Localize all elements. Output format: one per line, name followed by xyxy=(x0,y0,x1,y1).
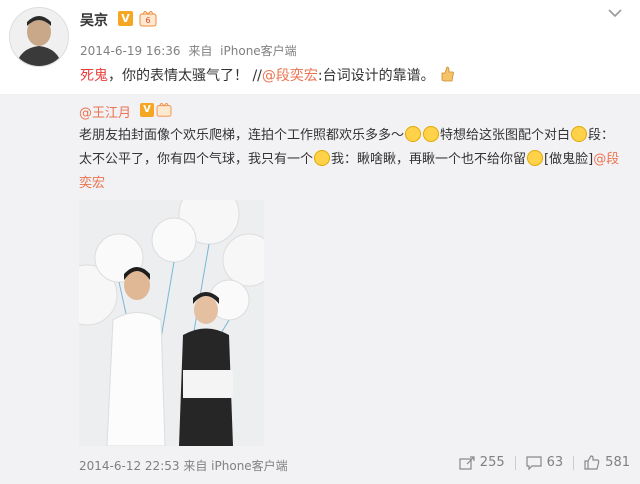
source-prefix: 来自 xyxy=(183,459,208,473)
comment-icon xyxy=(526,455,542,470)
original-timestamp[interactable]: 2014-6-12 22:53 xyxy=(79,459,180,473)
original-source[interactable]: iPhone客户端 xyxy=(211,459,288,473)
comment-count: 63 xyxy=(546,455,564,470)
svg-text:6: 6 xyxy=(145,16,150,25)
thumbs-up-icon xyxy=(439,65,455,87)
orig-text-part: 太不公平了，你有四个气球，我只有一个 xyxy=(79,152,314,167)
avatar[interactable] xyxy=(9,7,69,67)
original-text: 老朋友拍封面像个欢乐爬梯，连拍个工作照都欢乐多多～ 特想给这张图配个对白 段： 太不… xyxy=(79,124,631,196)
verified-v-icon: V xyxy=(118,11,133,26)
like-count: 581 xyxy=(605,455,630,470)
divider xyxy=(573,455,575,470)
verified-v-icon: V xyxy=(140,103,154,117)
post-meta: 2014-6-19 16:36 来自 iPhone客户端 xyxy=(80,42,301,59)
post-source[interactable]: iPhone客户端 xyxy=(220,44,297,58)
orig-text-part: 老朋友拍封面像个欢乐爬梯，连拍个工作照都欢乐多多～ xyxy=(79,128,405,143)
thumbs-up-icon xyxy=(584,455,600,470)
mention-link[interactable]: @段 xyxy=(593,152,619,167)
repost-icon xyxy=(459,455,475,470)
orig-text-part: 特想给这张图配个对白 xyxy=(440,128,571,143)
post-timestamp[interactable]: 2014-6-19 16:36 xyxy=(80,44,181,58)
source-prefix: 来自 xyxy=(188,44,213,58)
post-text-red: 死鬼 xyxy=(80,68,108,84)
orig-text-part: 我：瞅啥瞅，再瞅一个也不给你留 xyxy=(331,152,527,167)
laugh-emoji-icon xyxy=(405,126,422,142)
post-photo[interactable] xyxy=(79,200,264,446)
original-meta: 2014-6-12 22:53 来自 iPhone客户端 xyxy=(79,457,288,474)
repost-button[interactable]: 255 xyxy=(459,455,505,470)
original-author[interactable]: @王江月 xyxy=(79,102,131,121)
chevron-down-icon[interactable] xyxy=(605,6,625,22)
like-button[interactable]: 581 xyxy=(584,455,630,470)
post-text-main: ，你的表情太骚气了！ // xyxy=(108,68,262,84)
mention-link[interactable]: 奕宏 xyxy=(79,176,105,191)
orig-text-part: 段： xyxy=(588,128,615,143)
laugh-emoji-icon xyxy=(423,126,440,142)
author-name[interactable]: 吴京 xyxy=(80,10,108,30)
action-bar: 255 63 581 xyxy=(449,455,630,470)
pout-emoji-icon xyxy=(314,150,331,166)
orig-text-part: [做鬼脸] xyxy=(544,152,594,167)
post-text: 死鬼，你的表情太骚气了！ //@段奕宏:台词设计的靠谱。 xyxy=(80,65,455,87)
member-rank-icon[interactable]: 6 xyxy=(138,10,158,27)
member-rank-icon[interactable] xyxy=(156,102,172,120)
comment-button[interactable]: 63 xyxy=(526,455,564,470)
grin-emoji-icon xyxy=(527,150,544,166)
post-text-after: :台词设计的靠谱。 xyxy=(317,68,435,84)
divider xyxy=(514,455,516,470)
mention-link[interactable]: @段奕宏 xyxy=(262,68,318,84)
smile-emoji-icon xyxy=(571,126,588,142)
repost-count: 255 xyxy=(479,455,505,470)
